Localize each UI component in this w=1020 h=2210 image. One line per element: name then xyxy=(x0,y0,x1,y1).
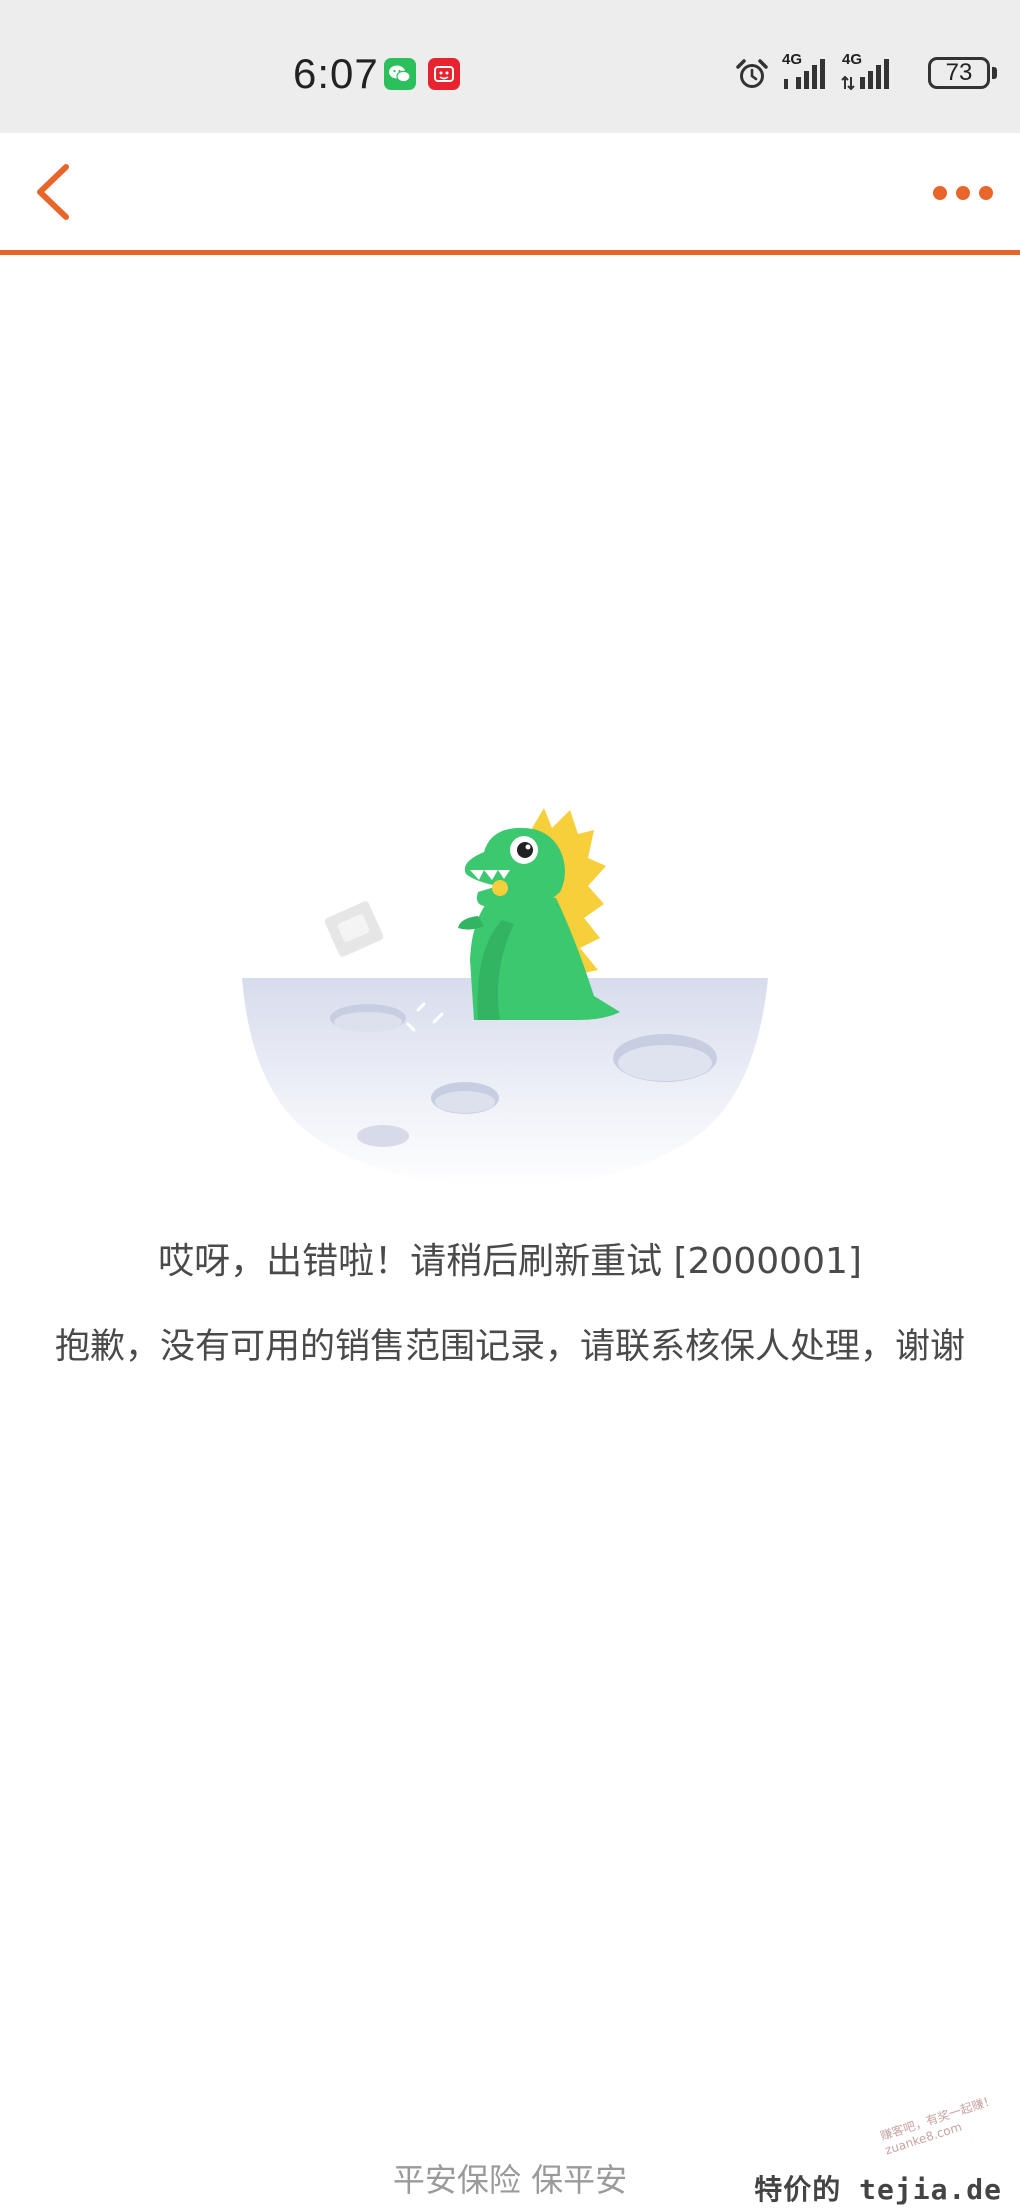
error-title: 哎呀，出错啦！请稍后刷新重试 [2000001] xyxy=(158,1241,862,1282)
battery-cap xyxy=(992,67,997,79)
watermark-text: 特价的 tejia.de xyxy=(754,2173,1002,2206)
more-options-button[interactable] xyxy=(928,173,998,213)
error-message: 抱歉，没有可用的销售范围记录，请联系核保人处理，谢谢 xyxy=(54,1327,965,1367)
error-dinosaur-illustration xyxy=(242,808,768,1188)
nav-bar xyxy=(0,133,1020,255)
status-bar: 6:07 4G 4G 73 xyxy=(0,0,1020,133)
wechat-icon xyxy=(384,58,416,90)
red-app-icon xyxy=(428,58,460,90)
more-dots-icon xyxy=(933,186,993,200)
alarm-icon xyxy=(736,59,768,88)
back-button[interactable] xyxy=(28,161,88,223)
watermark-small-text: 赚客吧，有奖一起赚！ zuanke8.com xyxy=(878,2092,998,2158)
chevron-left-icon xyxy=(37,164,69,220)
status-time: 6:07 xyxy=(293,50,379,97)
status-indicators: 4G 4G 73 xyxy=(700,51,1020,95)
battery-icon: 73 xyxy=(928,57,990,89)
